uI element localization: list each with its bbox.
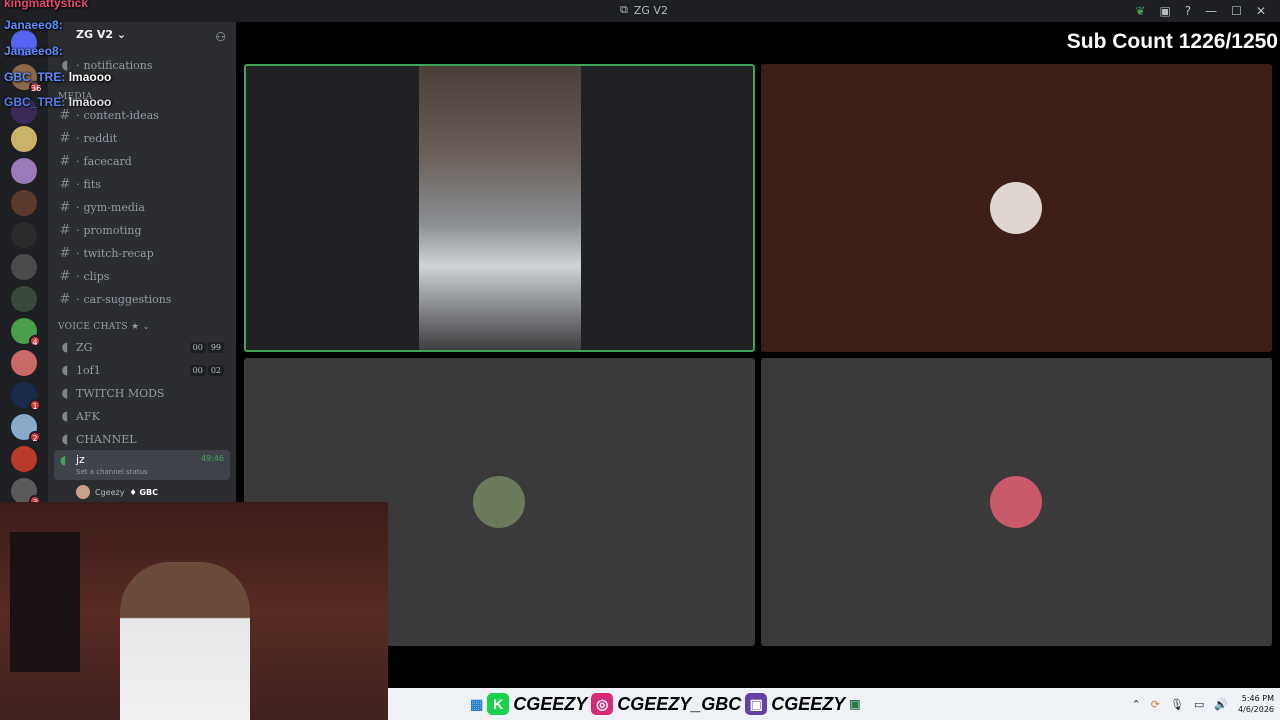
- user-count: 00 02: [189, 364, 224, 376]
- channel-status-hint[interactable]: Set a channel status: [76, 468, 148, 476]
- server-icon[interactable]: [11, 222, 37, 248]
- speaker-icon: ◖: [61, 339, 69, 355]
- hash-icon: #: [59, 268, 71, 284]
- windows-start-icon[interactable]: ▦: [470, 696, 483, 713]
- close-button[interactable]: ✕: [1256, 4, 1266, 18]
- user-count: 00 99: [189, 341, 224, 353]
- category-voice-chats[interactable]: VOICE CHATS ★ ⌄: [58, 322, 150, 332]
- voice-channel-afk[interactable]: ◖ AFK: [54, 405, 230, 427]
- notification-badge: 1: [29, 399, 41, 411]
- hash-icon: #: [59, 176, 71, 192]
- display-icon[interactable]: ▭: [1194, 698, 1204, 711]
- chat-message: GBC_TRE: lmaooo: [4, 70, 112, 84]
- leaf-icon[interactable]: ❦: [1135, 4, 1145, 18]
- social-banner: ▦ K CGEEZY ◎ CGEEZY_GBC ▣ CGEEZY ▣: [470, 693, 861, 715]
- channel-promoting[interactable]: # · promoting: [54, 219, 230, 241]
- hash-icon: #: [59, 222, 71, 238]
- video-tile[interactable]: [761, 358, 1272, 646]
- maximize-button[interactable]: ☐: [1231, 4, 1242, 18]
- video-tile[interactable]: [761, 64, 1272, 352]
- server-list: 36 4 1 2 3: [0, 22, 48, 507]
- app-icon[interactable]: ▣: [849, 697, 860, 711]
- chevron-up-icon[interactable]: ⌃: [1132, 698, 1141, 711]
- discord-icon: ⧉: [620, 3, 628, 16]
- server-icon[interactable]: [11, 126, 37, 152]
- server-icon[interactable]: 2: [11, 414, 41, 443]
- avatar: [473, 476, 525, 528]
- hash-icon: #: [59, 107, 71, 123]
- channel-twitch-recap[interactable]: # · twitch-recap: [54, 242, 230, 264]
- voice-channel-channel[interactable]: ◖ CHANNEL: [54, 428, 230, 450]
- server-name[interactable]: ZG V2 ⌄: [76, 28, 126, 41]
- chat-message: kingmattystick: [4, 0, 89, 10]
- chat-message: Janaeeo8:: [4, 44, 63, 58]
- streamer-webcam: [0, 502, 388, 720]
- channel-reddit[interactable]: # · reddit: [54, 127, 230, 149]
- instagram-icon: ◎: [591, 693, 614, 715]
- voice-member[interactable]: Cgeezy ♦ GBC: [76, 484, 158, 500]
- volume-icon[interactable]: 🔊: [1214, 698, 1228, 711]
- channel-clips[interactable]: # · clips: [54, 265, 230, 287]
- chat-message: GBC_TRE: lmaooo: [4, 95, 112, 109]
- notification-badge: 4: [29, 335, 41, 347]
- server-icon[interactable]: [11, 286, 37, 312]
- speaker-icon: ◖: [61, 408, 69, 424]
- sync-icon[interactable]: ⟳: [1151, 698, 1160, 711]
- minimize-button[interactable]: —: [1205, 4, 1217, 18]
- active-voice-channel[interactable]: ◖ jz 49:46 Set a channel status: [54, 450, 230, 480]
- kick-icon: K: [487, 693, 510, 715]
- server-icon[interactable]: [11, 446, 37, 472]
- server-icon[interactable]: [11, 350, 37, 376]
- window-title: ⧉ ZG V2: [620, 3, 668, 17]
- guild-tag: ♦ GBC: [129, 487, 158, 497]
- server-icon[interactable]: [11, 190, 37, 216]
- title-bar: ⧉ ZG V2 ❦ ▣ ? — ☐ ✕: [0, 0, 1280, 22]
- inbox-icon[interactable]: ▣: [1159, 4, 1170, 18]
- server-icon[interactable]: [11, 158, 37, 184]
- server-icon[interactable]: 4: [11, 318, 41, 347]
- server-icon[interactable]: 1: [11, 382, 41, 411]
- sub-count-overlay: Sub Count 1226/1250: [1066, 30, 1278, 53]
- add-member-icon[interactable]: ⚇: [215, 30, 226, 44]
- mic-icon[interactable]: 🎙: [1170, 698, 1184, 711]
- hash-icon: #: [59, 291, 71, 307]
- avatar: [76, 485, 90, 499]
- help-icon[interactable]: ?: [1185, 4, 1191, 18]
- twitch-icon: ▣: [745, 693, 768, 715]
- voice-call-grid: [236, 22, 1280, 688]
- call-timer: 49:46: [200, 454, 224, 463]
- speaker-icon: ◖: [61, 362, 69, 378]
- hash-icon: #: [59, 199, 71, 215]
- chat-message: Janaeeo8:: [4, 18, 63, 32]
- clock[interactable]: 5:46 PM 4/6/2026: [1238, 693, 1274, 715]
- channel-fits[interactable]: # · fits: [54, 173, 230, 195]
- system-tray: ⌃ ⟳ 🎙 ▭ 🔊 5:46 PM 4/6/2026: [1132, 688, 1274, 720]
- hash-icon: #: [59, 153, 71, 169]
- video-tile-speaking[interactable]: [244, 64, 755, 352]
- window-controls: ❦ ▣ ? — ☐ ✕: [1135, 0, 1280, 22]
- speaker-icon: ◖: [60, 453, 67, 467]
- streamer-figure: [120, 562, 250, 720]
- camera-feed: [419, 66, 581, 350]
- server-icon[interactable]: [11, 254, 37, 280]
- server-icon[interactable]: 3: [11, 478, 41, 507]
- notification-badge: 2: [29, 431, 41, 443]
- voice-channel-zg[interactable]: ◖ ZG 00 99: [54, 336, 230, 358]
- avatar: [990, 182, 1042, 234]
- hash-icon: #: [59, 245, 71, 261]
- active-channel-name: jz: [76, 453, 85, 466]
- speaker-icon: ◖: [61, 385, 69, 401]
- shelf: [10, 532, 80, 672]
- channel-car-suggestions[interactable]: # · car-suggestions: [54, 288, 230, 310]
- hash-icon: #: [59, 130, 71, 146]
- voice-channel-1of1[interactable]: ◖ 1of1 00 02: [54, 359, 230, 381]
- channel-gym-media[interactable]: # · gym-media: [54, 196, 230, 218]
- channel-sidebar: ZG V2 ⌄ ⚇ ◖ · notifications MEDIA # · conten…: [48, 22, 236, 502]
- speaker-icon: ◖: [61, 431, 69, 447]
- channel-facecard[interactable]: # · facecard: [54, 150, 230, 172]
- voice-channel-twitch-mods[interactable]: ◖ TWITCH MODS: [54, 382, 230, 404]
- avatar: [990, 476, 1042, 528]
